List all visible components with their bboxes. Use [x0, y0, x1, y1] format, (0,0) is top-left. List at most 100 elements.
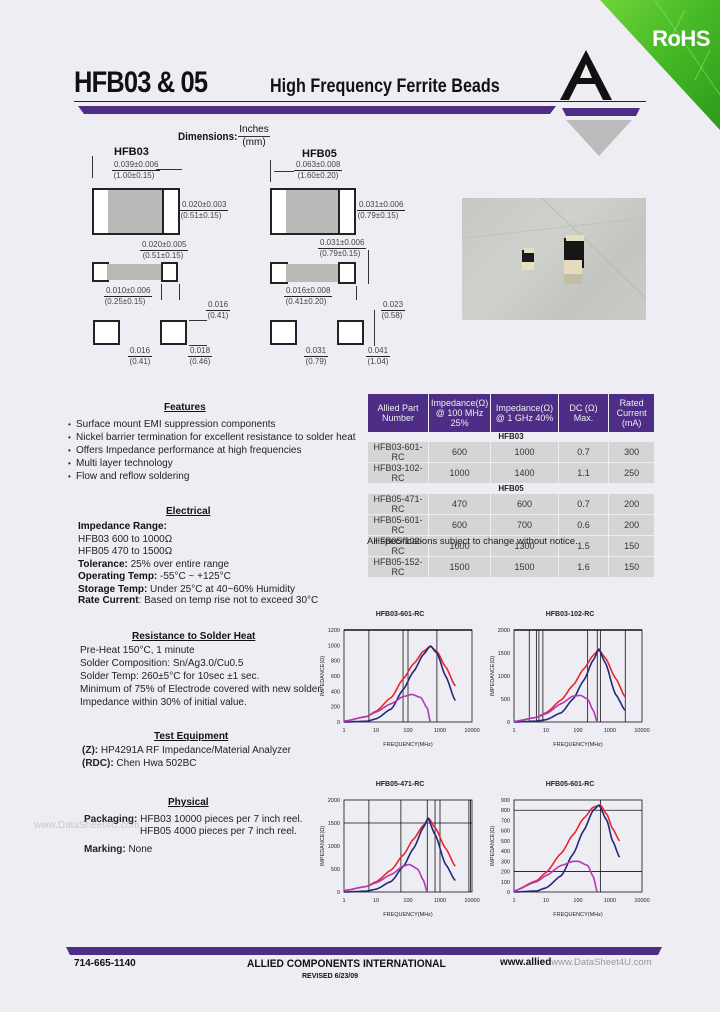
- x-tick-label: 100: [403, 898, 412, 904]
- series-line-x: [343, 816, 456, 893]
- dim-line: [356, 286, 357, 300]
- hfb05-pad-height-dim: 0.023 (0.58): [381, 300, 406, 320]
- tolerance-label: Tolerance:: [78, 558, 128, 570]
- footer-purple-bar: [66, 947, 662, 955]
- y-tick-label: 2000: [498, 628, 510, 634]
- tolerance-value: 25% over entire range: [127, 558, 230, 570]
- hfb05-pad-width-dim: 0.041 (1.04): [366, 346, 391, 366]
- x-tick-label: 10000: [464, 728, 479, 734]
- chart-title: HFB03-102-RC: [545, 611, 595, 618]
- table-row: HFB05-471-RC 470 600 0.7 200: [368, 493, 654, 515]
- y-tick-label: 400: [331, 689, 340, 695]
- packaging-line1: HFB03 10000 pieces per 7 inch reel.: [137, 814, 303, 825]
- website-link[interactable]: www.allied: [500, 957, 551, 968]
- hfb05-pad-gap-dim: 0.031 (0.79): [304, 346, 329, 366]
- marking-label: Marking:: [84, 844, 126, 855]
- y-tick-label: 1000: [498, 674, 510, 680]
- chart-hfb05-471: HFB05-471-RC 0 500 1000 1500 2000 1 10 100 1000 1…: [310, 775, 490, 925]
- solder-line: Pre-Heat 150°C, 1 minute: [80, 645, 195, 656]
- dimensions-unit: Inches (mm): [238, 124, 270, 149]
- x-axis-label: FREQUENCY(MHz): [553, 742, 603, 748]
- dim-line: [189, 320, 207, 321]
- ferrite-bead-chips-icon: [462, 198, 646, 299]
- table-row: HFB03-102-RC 1000 1400 1.1 250: [368, 462, 654, 484]
- cell-part: HFB05-152-RC: [368, 556, 429, 578]
- series-line-r: [343, 693, 432, 723]
- cell-part: HFB03-601-RC: [368, 441, 429, 463]
- z-value: HP4291A RF Impedance/Material Analyzer: [98, 745, 291, 756]
- hfb03-side-view: [92, 262, 178, 282]
- cell-part: HFB05-471-RC: [368, 493, 429, 515]
- unit-inches: Inches: [238, 124, 270, 137]
- feature-item: Surface mount EMI suppression components: [68, 418, 356, 431]
- y-axis-label: IMPEDANCE(Ω): [490, 656, 496, 697]
- y-tick-label: 1000: [328, 643, 340, 649]
- hfb05-pad-right: [337, 320, 364, 345]
- x-tick-label: 10: [543, 898, 549, 904]
- series-line-r: [513, 694, 599, 723]
- cell-z1g: 1000: [490, 441, 559, 463]
- x-tick-label: 1: [512, 728, 515, 734]
- electrical-specs: Impedance Range: HFB03 600 to 1000Ω HFB0…: [78, 521, 318, 607]
- plot-frame: [513, 799, 643, 893]
- hfb03-terminal-dim: 0.010±0.006 (0.25±0.15): [104, 286, 153, 306]
- solder-heat-title: Resistance to Solder Heat: [132, 631, 256, 642]
- page-subtitle: High Frequency Ferrite Beads: [270, 76, 500, 97]
- series-line-x: [513, 647, 626, 723]
- footer-phone: 714-665-1140: [74, 958, 136, 969]
- y-tick-label: 2000: [328, 798, 340, 804]
- y-tick-label: 200: [331, 705, 340, 711]
- x-tick-label: 1: [342, 898, 345, 904]
- header-dc-resistance: DC (Ω) Max.: [558, 394, 610, 432]
- hfb05-terminal-dim: 0.016±0.008 (0.41±0.20): [284, 286, 333, 306]
- solder-heat-specs: Pre-Heat 150°C, 1 minute Solder Composit…: [80, 644, 323, 709]
- x-axis-label: FREQUENCY(MHz): [383, 742, 433, 748]
- cell-z1g: 600: [490, 493, 559, 515]
- cell-part: HFB03-102-RC: [368, 462, 429, 484]
- rdc-value: Chen Hwa 502BC: [113, 758, 197, 769]
- op-temp-label: Operating Temp:: [78, 571, 158, 582]
- hfb05-height-dim: 0.031±0.006 (0.79±0.15): [318, 238, 367, 258]
- y-tick-label: 500: [501, 839, 510, 845]
- y-tick-label: 1500: [328, 821, 340, 827]
- page-title: HFB03 & 05: [74, 66, 208, 99]
- cell-dc: 0.7: [558, 441, 610, 463]
- y-axis-label: IMPEDANCE(Ω): [490, 826, 496, 867]
- allied-logo-icon: [560, 50, 640, 156]
- hfb05-range: HFB05 470 to 1500Ω: [78, 546, 173, 557]
- hfb05-pad-left: [270, 320, 297, 345]
- dim-line: [374, 310, 375, 346]
- y-tick-label: 800: [501, 808, 510, 814]
- y-tick-label: 1000: [328, 844, 340, 850]
- y-tick-label: 1200: [328, 628, 340, 634]
- footer-website[interactable]: www.alliedwww.DataSheet4U.com: [500, 957, 652, 968]
- x-tick-label: 10000: [634, 728, 649, 734]
- impedance-range-label: Impedance Range:: [78, 521, 167, 532]
- y-axis-label: IMPEDANCE(Ω): [320, 656, 326, 697]
- dim-line: [92, 156, 93, 178]
- hfb03-top-view: [92, 188, 180, 235]
- cell-current: 250: [608, 462, 654, 484]
- x-axis-label: FREQUENCY(MHz): [553, 912, 603, 918]
- product-photo: [462, 198, 646, 320]
- series-line-z: [513, 804, 621, 892]
- series-line-z: [513, 648, 626, 723]
- hfb03-pad-height-dim: 0.016 (0.41): [206, 300, 231, 320]
- cell-z100: 1500: [428, 556, 492, 578]
- dim-line: [179, 284, 180, 300]
- x-tick-label: 10: [373, 728, 379, 734]
- header-part-number: Allied Part Number: [368, 394, 429, 432]
- cell-dc: 1.1: [558, 462, 610, 484]
- hfb03-pad-gap-dim: 0.016 (0.41): [128, 346, 153, 366]
- table-group-row: HFB05: [368, 483, 654, 494]
- y-tick-label: 1500: [498, 651, 510, 657]
- group-label: HFB03: [368, 432, 654, 442]
- hfb03-height-dim: 0.020±0.005 (0.51±0.15): [140, 240, 189, 260]
- chart-hfb03-601: HFB03-601-RC 0 200 400 600 800 1000 1200 1 10 100…: [310, 605, 490, 755]
- x-tick-label: 1: [512, 898, 515, 904]
- cell-dc: 0.6: [558, 514, 610, 536]
- chart-title: HFB03-601-RC: [375, 611, 425, 618]
- chart-hfb03-102: HFB03-102-RC 0 500 1000 1500 2000 1 10 100 1000 1…: [480, 605, 660, 755]
- chart-title: HFB05-601-RC: [545, 781, 595, 788]
- hfb03-pad-right: [160, 320, 187, 345]
